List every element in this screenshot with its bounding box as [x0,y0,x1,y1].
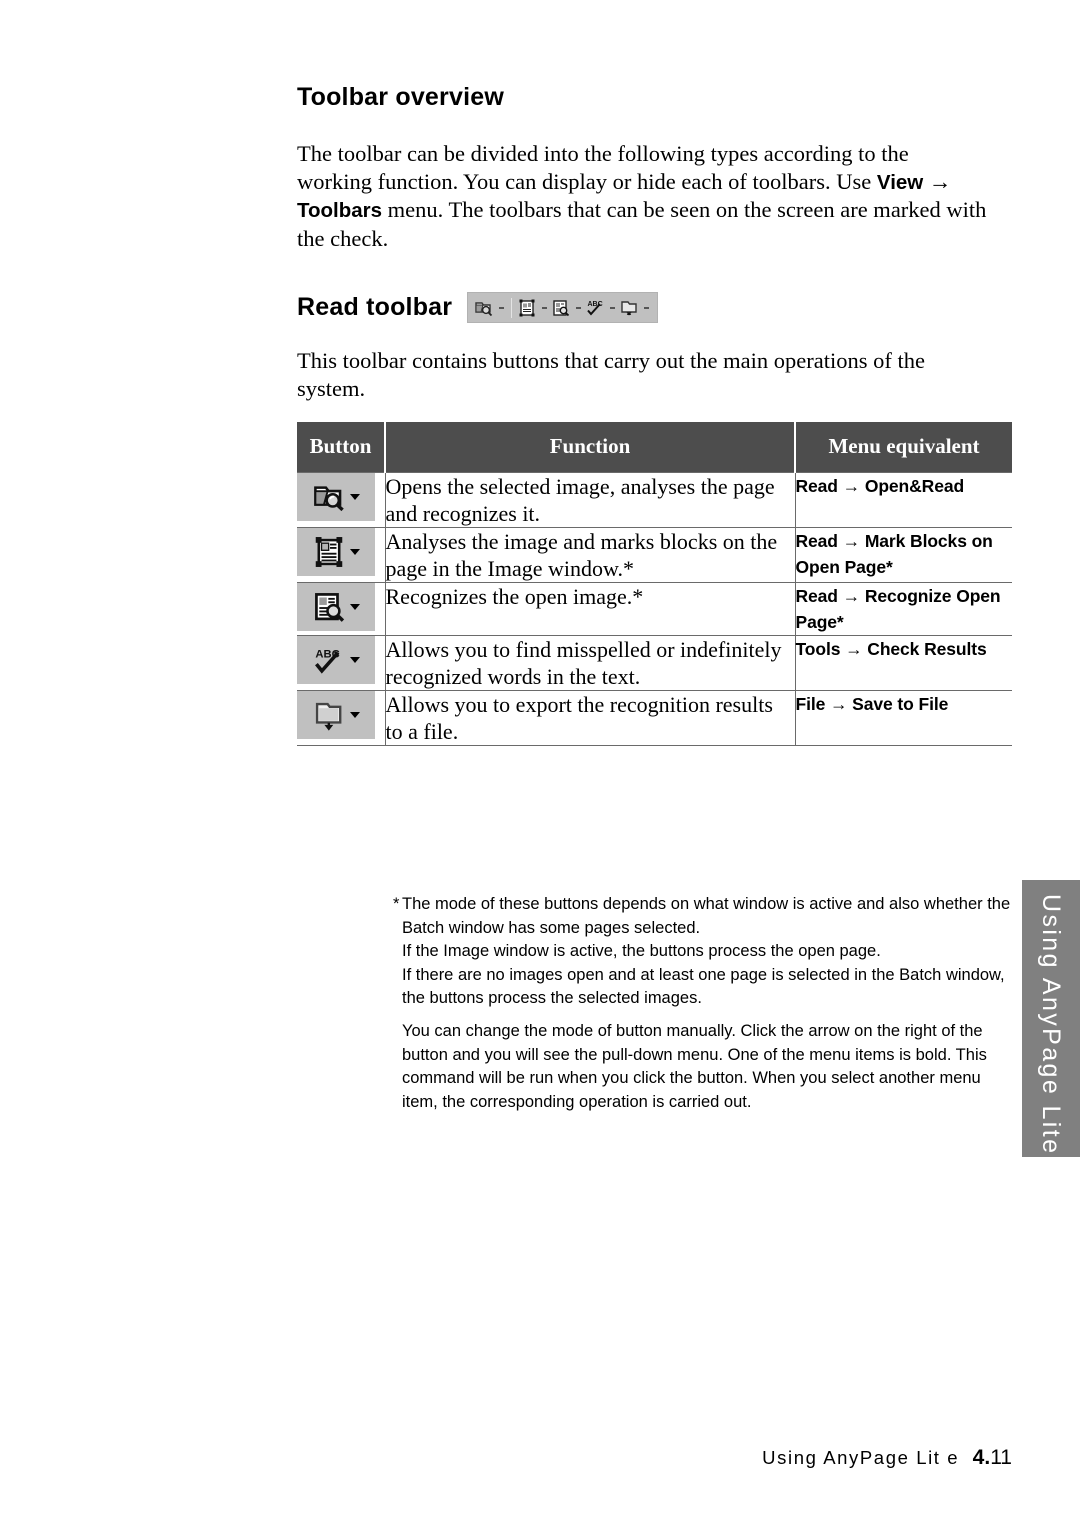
menu-toolbars-label: Toolbars [297,199,383,222]
save-to-file-icon [315,702,342,731]
save-to-file-button-swatch[interactable] [297,691,375,739]
table-cell-function: Allows you to find misspelled or indefin… [385,635,796,691]
table-cell-menu: File → Save to File [795,690,1012,746]
open-and-read-button-swatch[interactable] [297,473,375,521]
footnote-line: button and you will see the pull-down me… [402,1045,987,1064]
footnote-line: The mode of these buttons depends on wha… [402,895,1011,913]
table-cell-function: Opens the selected image, analyses the p… [385,472,796,528]
table-cell-menu: Read → Open&Read [795,472,1012,528]
document-page: Toolbar overview The toolbar can be divi… [0,0,1080,1526]
column-header-function: Function [385,422,796,473]
table-cell-button [297,527,386,583]
footnote-line: Batch window has some pages selected. [402,918,701,937]
footnote-asterisk-block: * The mode of these buttons depends on w… [393,893,1011,1011]
check-spelling-button-swatch[interactable]: ABC [297,636,375,684]
dropdown-arrow-icon[interactable] [350,494,360,500]
toolbar-check-spelling-button[interactable]: ABC [584,297,606,319]
dropdown-arrow-icon[interactable] [350,549,360,555]
column-header-button: Button [297,422,386,473]
toolbar-mark-blocks-button[interactable] [516,297,538,319]
footnote-line: If the Image window is active, the butto… [402,942,881,960]
mark-blocks-icon [315,537,343,567]
page-number: 4.11 [973,1446,1012,1469]
table-header-row: Button Function Menu equivalent [297,422,1012,473]
table-cell-menu: Tools → Check Results [795,635,1012,691]
button-reference-table: Button Function Menu equivalent Opens th… [297,422,1012,746]
table-cell-menu: Read → Mark Blocks on Open Page* [795,527,1012,583]
footnote-mode-block: You can change the mode of button manual… [402,1020,1002,1114]
read-toolbar-description: This toolbar contains buttons that carry… [297,348,925,401]
table-cell-function: Recognizes the open image.* [385,582,796,636]
menu-view-label: View [876,170,924,194]
table-cell-button: ABC [297,635,386,691]
table-cell-button [297,472,386,528]
footnote-line: If there are no images open and at least… [402,965,1005,984]
table-cell-button [297,582,386,636]
footnote-line: You can change the mode of button manual… [402,1022,983,1040]
table-cell-function: Analyses the image and marks blocks on t… [385,527,796,583]
page-number-page: 11 [990,1446,1012,1469]
intro-part-2: → [923,168,952,194]
toolbar-save-to-file-button[interactable] [618,297,640,319]
footnote-line: command will be run when you click the b… [402,1069,981,1087]
read-toolbar-strip[interactable]: ABC [467,292,659,323]
footnote-line: item, the corresponding operation is car… [402,1092,752,1111]
mark-blocks-button-swatch[interactable] [297,528,375,576]
recognize-button-swatch[interactable] [297,583,375,631]
page-footer: Using AnyPage Lit e 4.11 [0,1446,1012,1470]
recognize-icon [553,299,570,316]
table-row: Opens the selected image, analyses the p… [297,472,1012,528]
table-row: Recognizes the open image.* Read → Recog… [297,582,1012,636]
table-row: Allows you to export the recognition res… [297,690,1012,746]
table-row: Analyses the image and marks blocks on t… [297,527,1012,583]
dropdown-arrow-icon[interactable] [350,604,360,610]
column-header-menu-equivalent: Menu equivalent [795,422,1012,473]
toolbar-check-spelling-dropdown-arrow-icon[interactable] [606,297,618,319]
footnote-star: * [393,895,400,913]
page-title: Toolbar overview [297,83,504,111]
table-cell-function: Allows you to export the recognition res… [385,690,796,746]
intro-paragraph: The toolbar can be divided into the foll… [297,140,987,252]
read-toolbar-heading: Read toolbar [297,293,453,321]
toolbar-mark-blocks-dropdown-arrow-icon[interactable] [538,297,550,319]
check-spelling-icon: ABC [587,301,603,316]
page-number-chapter: 4. [972,1446,991,1469]
toolbar-recognize-dropdown-arrow-icon[interactable] [572,297,584,319]
intro-part-0: The toolbar can be divided into the foll… [297,141,909,194]
check-spelling-icon: ABC [315,648,340,674]
dropdown-arrow-icon[interactable] [350,657,360,663]
side-tab: Using AnyPage Lite [1022,880,1080,1157]
dropdown-arrow-icon[interactable] [350,712,360,718]
toolbar-recognize-button[interactable] [550,297,572,319]
toolbar-save-to-file-dropdown-arrow-icon[interactable] [640,297,652,319]
recognize-icon [315,593,345,622]
intro-part-4: menu. The toolbars that can be seen on t… [297,197,987,251]
table-cell-button [297,690,386,746]
footnote-line: the buttons process the selected images. [402,989,702,1007]
save-to-file-icon [621,300,637,315]
open-and-read-icon [475,301,493,316]
toolbar-separator [511,297,513,318]
toolbar-open-and-read-dropdown-arrow-icon[interactable] [495,297,507,319]
footer-title: Using AnyPage Lit e [762,1447,960,1468]
table-row: ABC Allows you to find misspelled or ind… [297,635,1012,691]
mark-blocks-icon [519,299,535,316]
open-and-read-icon [314,486,344,512]
toolbar-open-and-read-button[interactable] [473,297,495,319]
table-cell-menu: Read → Recognize Open Page* [795,582,1012,636]
side-tab-label: Using AnyPage Lite [1037,894,1065,1156]
read-toolbar-heading-row: Read toolbar ABC [297,292,659,323]
